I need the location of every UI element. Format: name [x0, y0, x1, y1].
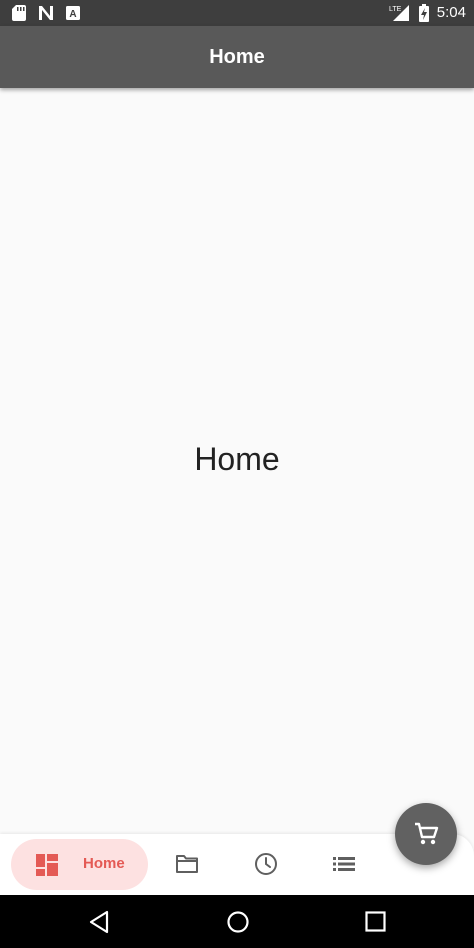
n-logo-icon [39, 6, 53, 20]
nav-item-folder[interactable] [175, 853, 199, 880]
nav-item-label: Home [83, 855, 125, 872]
battery-charging-icon [418, 4, 429, 22]
list-icon [333, 857, 355, 871]
main-content: Home [0, 88, 474, 834]
cart-icon [415, 822, 439, 845]
clock-time: 5:04 [436, 4, 466, 21]
center-text: Home [194, 441, 280, 477]
page-title: Home [209, 46, 265, 68]
back-icon[interactable] [88, 910, 110, 934]
app-bar: Home [0, 26, 474, 88]
a-badge-icon: A [66, 6, 80, 20]
recents-icon[interactable] [365, 911, 386, 932]
nav-item-home[interactable]: Home [11, 839, 148, 890]
signal-icon: LTE [389, 5, 409, 21]
status-bar: A LTE 5:04 [0, 0, 474, 26]
system-navigation-bar [0, 895, 474, 948]
sd-card-icon [12, 5, 26, 21]
svg-text:A: A [69, 9, 76, 20]
network-type-label: LTE [389, 6, 402, 13]
dashboard-icon [36, 854, 58, 876]
status-right-icons: LTE 5:04 [389, 3, 466, 23]
folder-icon [176, 855, 198, 873]
nav-item-list[interactable] [333, 856, 355, 877]
home-circle-icon[interactable] [226, 910, 250, 934]
status-left-icons: A [12, 5, 80, 21]
clock-icon [255, 853, 277, 875]
nav-item-history[interactable] [254, 852, 278, 881]
cart-fab-button[interactable] [395, 803, 457, 865]
